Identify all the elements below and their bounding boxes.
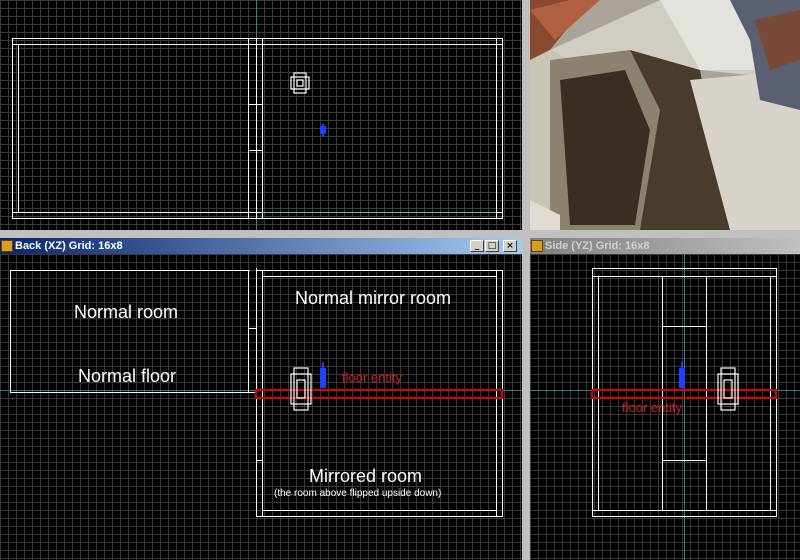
brush-edge: [592, 510, 776, 511]
brush-edge: [248, 38, 249, 219]
minimize-button[interactable]: _: [470, 240, 484, 252]
brush-edge: [262, 38, 263, 219]
camera-3d-viewport[interactable]: [530, 0, 800, 230]
floor-entity-brush[interactable]: [591, 389, 777, 399]
side-view-title: Side (YZ) Grid: 16x8: [545, 240, 650, 252]
side-view-grid[interactable]: floor entity: [530, 254, 800, 560]
normal-mirror-room-label: Normal mirror room: [295, 288, 452, 308]
back-view-titlebar[interactable]: Back (XZ) Grid: 16x8 _ □ ×: [0, 238, 522, 254]
brush-edge: [262, 276, 497, 277]
normal-floor-label: Normal floor: [78, 366, 177, 386]
light-entity-icon[interactable]: [289, 366, 313, 412]
window-app-icon: [1, 240, 13, 252]
floor-entity-label: floor entity: [622, 400, 682, 415]
mirrored-room-label: Mirrored room: [309, 466, 423, 486]
brush-edge: [496, 38, 497, 219]
brush-edge: [248, 150, 262, 151]
brush-edge: [592, 268, 776, 269]
brush-edge: [18, 44, 19, 213]
light-entity-icon[interactable]: [716, 366, 740, 412]
close-button[interactable]: ×: [503, 240, 517, 252]
brush-edge: [502, 38, 503, 219]
maximize-button[interactable]: □: [485, 240, 499, 252]
light-entity-icon[interactable]: [289, 71, 311, 95]
back-view-grid[interactable]: Normal room Normal floor Normal mirror r…: [0, 254, 522, 560]
side-view-titlebar[interactable]: Side (YZ) Grid: 16x8: [530, 238, 800, 254]
selected-edge: [262, 212, 496, 213]
brush-edge: [256, 516, 503, 517]
back-view-title: Back (XZ) Grid: 16x8: [15, 240, 123, 252]
brush-edge: [248, 270, 249, 393]
side-view-window[interactable]: Side (YZ) Grid: 16x8 floor entity: [530, 238, 800, 560]
brush-edge: [256, 270, 503, 271]
player-entity-icon[interactable]: [318, 124, 328, 136]
brush-edge: [592, 516, 776, 517]
window-app-icon: [531, 240, 543, 252]
brush-edge: [10, 392, 256, 393]
brush-edge: [12, 38, 502, 39]
brush-edge: [12, 44, 502, 45]
brush-edge: [12, 38, 13, 219]
brush-edge: [592, 276, 776, 277]
brush-edge: [256, 38, 257, 219]
brush-edge: [248, 104, 262, 105]
normal-room-label: Normal room: [74, 302, 179, 322]
brush-edge: [256, 460, 263, 461]
back-view-window[interactable]: Back (XZ) Grid: 16x8 _ □ × Normal room N…: [0, 238, 522, 560]
brush-edge: [10, 270, 250, 271]
brush-edge: [262, 510, 497, 511]
rendered-scene: [530, 0, 800, 230]
player-entity-icon[interactable]: [318, 362, 328, 388]
brush-edge: [12, 218, 502, 219]
brush-edge: [662, 326, 707, 327]
brush-edge: [248, 328, 256, 329]
axis-line-v: [684, 254, 685, 560]
mirrored-room-note: (the room above flipped upside down): [274, 488, 442, 499]
brush-edge: [662, 460, 707, 461]
floor-entity-label: floor entity: [342, 370, 402, 385]
brush-edge: [10, 270, 11, 393]
top-view-viewport[interactable]: [0, 0, 522, 230]
player-entity-icon[interactable]: [677, 362, 687, 388]
